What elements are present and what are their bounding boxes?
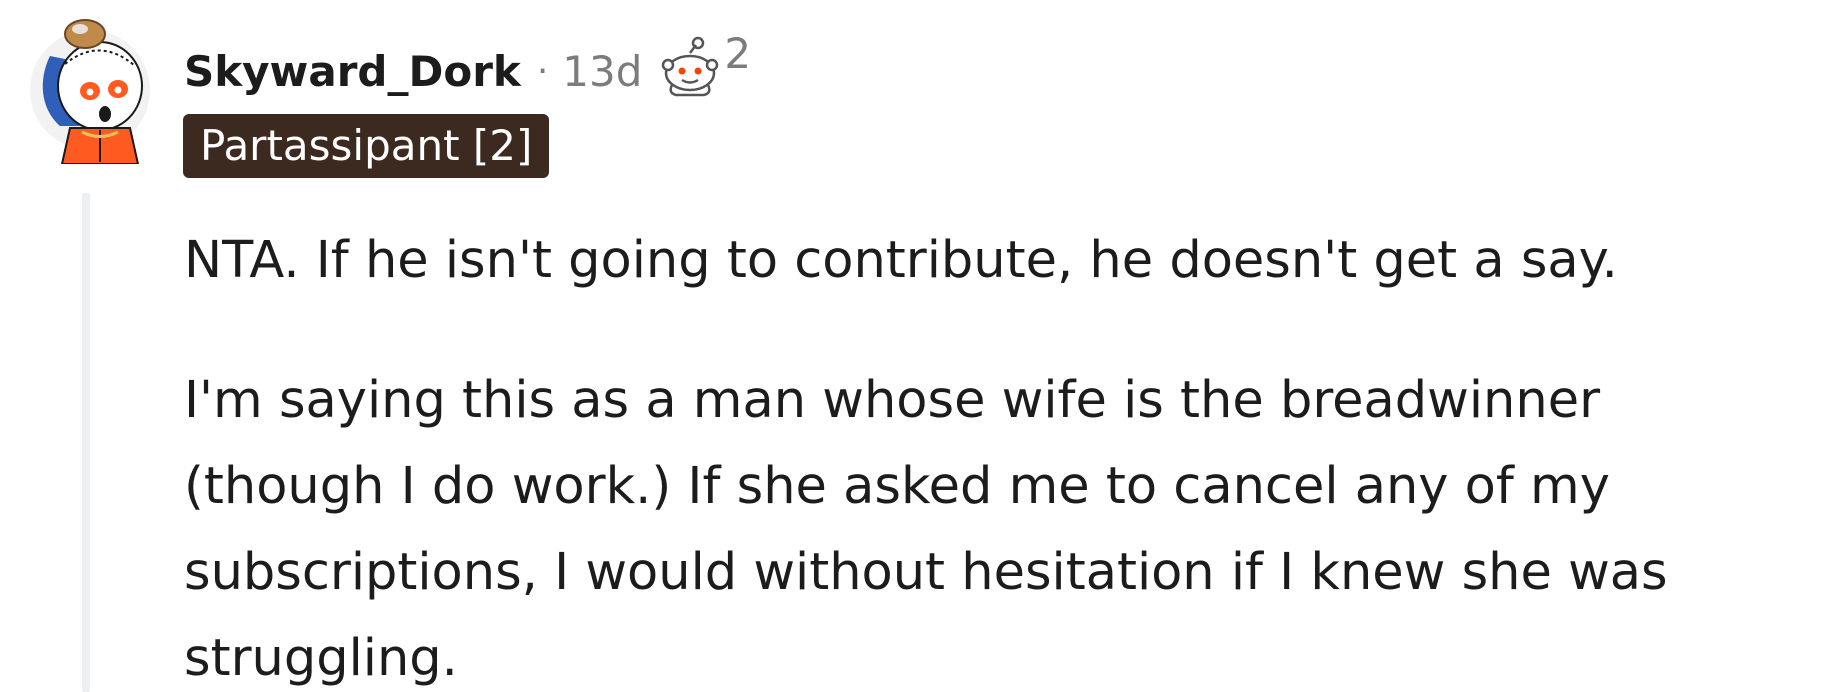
comment-paragraph: I'm saying this as a man whose wife is t…	[184, 371, 1668, 688]
comment-header: Skyward_Dork · 13d 2	[184, 29, 751, 106]
comment-body: NTA. If he isn't going to contribute, he…	[184, 218, 1804, 692]
snoo-award-icon	[662, 36, 719, 97]
user-flair: Partassipant [2]	[183, 114, 550, 178]
award-badge[interactable]: 2	[658, 29, 751, 99]
award-count: 2	[724, 29, 752, 78]
username-link[interactable]: Skyward_Dork	[184, 47, 521, 96]
thread-line[interactable]	[82, 193, 90, 692]
meta-separator: ·	[536, 50, 549, 92]
comment-paragraph: NTA. If he isn't going to contribute, he…	[184, 231, 1618, 290]
comment: Skyward_Dork · 13d 2 Partassipant [2] NT…	[0, 0, 1830, 692]
user-avatar[interactable]	[30, 16, 150, 164]
comment-age[interactable]: 13d	[562, 47, 642, 96]
